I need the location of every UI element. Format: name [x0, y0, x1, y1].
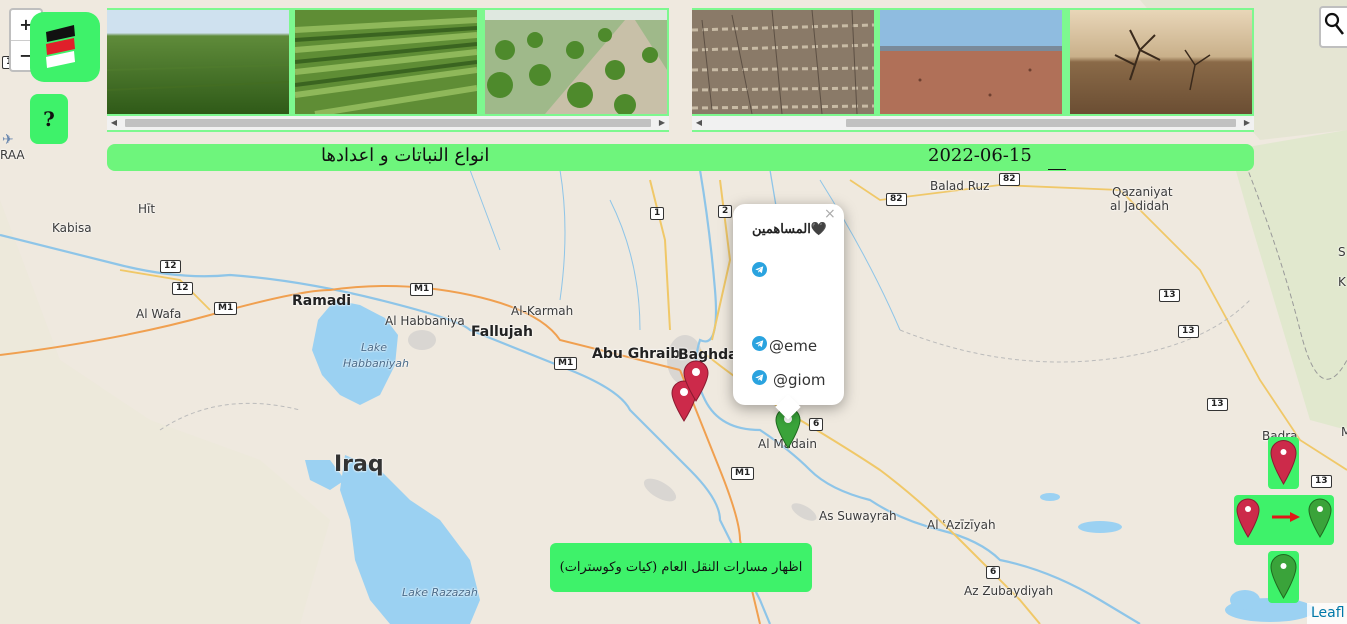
red-marker-legend-button[interactable] — [1268, 437, 1299, 489]
search-button[interactable] — [1319, 6, 1347, 48]
route-legend-button[interactable] — [1234, 495, 1334, 545]
country-label: Iraq — [334, 452, 384, 477]
road-shield: 1 — [650, 207, 665, 220]
photo-tree-orchard[interactable] — [485, 10, 667, 116]
svg-text:✈: ✈ — [2, 132, 14, 148]
place-label: Al Wafa — [136, 307, 182, 321]
popup-close-button[interactable]: × — [824, 206, 836, 222]
plants-gallery: ◀ ▶ — [106, 8, 669, 132]
place-label: Al Habbaniya — [385, 314, 465, 328]
scroll-right-arrow-icon[interactable]: ▶ — [655, 116, 669, 130]
scroll-thumb[interactable] — [125, 119, 651, 127]
water-label: Lake — [361, 341, 388, 354]
road-shield: M1 — [731, 467, 755, 480]
road-shield: 13 — [1207, 398, 1228, 411]
road-shield: 13 — [1178, 325, 1199, 338]
photo-barren-desert-soil[interactable] — [880, 10, 1062, 114]
scroll-thumb[interactable] — [846, 119, 1236, 127]
route-arrow-icon — [1236, 498, 1332, 538]
place-label: Al-Karmah — [511, 304, 574, 318]
place-label: As Suwayrah — [819, 509, 897, 523]
red-marker-baghdad-2[interactable] — [683, 360, 709, 402]
help-button[interactable]: ? — [30, 94, 68, 144]
logo-button[interactable] — [30, 12, 100, 82]
place-label: Balad Ruz — [930, 179, 990, 193]
contributor-handle-eme[interactable]: @eme — [769, 337, 817, 355]
road-shield: 12 — [172, 282, 193, 295]
drought-gallery: ◀ ▶ — [691, 8, 1254, 132]
telegram-icon[interactable] — [752, 370, 767, 385]
drought-gallery-scrollbar[interactable]: ◀ ▶ — [692, 116, 1254, 130]
place-label: Kabisa — [52, 221, 92, 235]
water-label: Habbaniyah — [343, 357, 409, 370]
red-marker-icon — [1270, 440, 1297, 485]
road-shield: M1 — [410, 283, 434, 296]
popup-title: المساهمين🖤 — [752, 222, 828, 237]
road-shield: M1 — [554, 357, 578, 370]
place-label: al Jadidah — [1110, 199, 1169, 213]
road-shield: 6 — [809, 418, 824, 431]
scroll-left-arrow-icon[interactable]: ◀ — [692, 116, 706, 130]
edge-label-s: S — [1338, 245, 1346, 259]
contributor-handle-giom[interactable]: @giom — [773, 371, 825, 389]
edge-label-m: M — [1341, 425, 1347, 439]
place-label: Hīt — [138, 202, 156, 216]
green-marker-icon — [1270, 554, 1297, 599]
road-shield: 12 — [160, 260, 181, 273]
photo-row-crop-field[interactable] — [294, 10, 478, 117]
photo-dead-tree-drought[interactable] — [1070, 10, 1252, 114]
flag-stack-icon — [46, 25, 75, 68]
date-underline — [1048, 169, 1066, 170]
place-label: Abu Ghraib — [592, 346, 681, 362]
road-shield: 6 — [986, 566, 1001, 579]
place-label: Al ʿAzīzīyah — [927, 518, 996, 532]
photo-dry-stubble-field[interactable] — [691, 9, 875, 115]
road-shield: 2 — [718, 205, 733, 218]
road-shield: 82 — [999, 173, 1020, 186]
photo-green-crop-field[interactable] — [106, 10, 290, 114]
road-shield: 13 — [1159, 289, 1180, 302]
green-marker-legend-button[interactable] — [1268, 551, 1299, 603]
place-label: Ramadi — [292, 293, 352, 309]
plants-gallery-scrollbar[interactable]: ◀ ▶ — [107, 116, 669, 130]
search-icon — [1324, 12, 1344, 35]
leaflet-attribution-link[interactable]: Leafl — [1307, 603, 1347, 624]
scroll-left-arrow-icon[interactable]: ◀ — [107, 116, 121, 130]
place-label: Az Zubaydiyah — [964, 584, 1054, 598]
place-label: Fallujah — [471, 324, 533, 340]
place-label: RAA — [0, 148, 25, 162]
road-shield: M1 — [214, 302, 238, 315]
telegram-icon[interactable] — [752, 262, 767, 277]
road-shield: 13 — [1311, 475, 1332, 488]
road-shield: 82 — [886, 193, 907, 206]
place-label: Qazaniyat — [1112, 185, 1173, 199]
telegram-icon[interactable] — [752, 336, 767, 351]
show-transit-routes-button[interactable]: اظهار مسارات النقل العام (كيات وكوسترات) — [550, 543, 812, 592]
plant-types-label[interactable]: انواع النباتات و اعدادها — [321, 145, 489, 166]
water-label: Lake Razazah — [402, 586, 478, 599]
scroll-right-arrow-icon[interactable]: ▶ — [1240, 116, 1254, 130]
date-label: 2022-06-15 — [928, 145, 1032, 166]
edge-label-k: K — [1338, 275, 1346, 289]
info-bar: انواع النباتات و اعدادها 2022-06-15 — [107, 144, 1254, 171]
